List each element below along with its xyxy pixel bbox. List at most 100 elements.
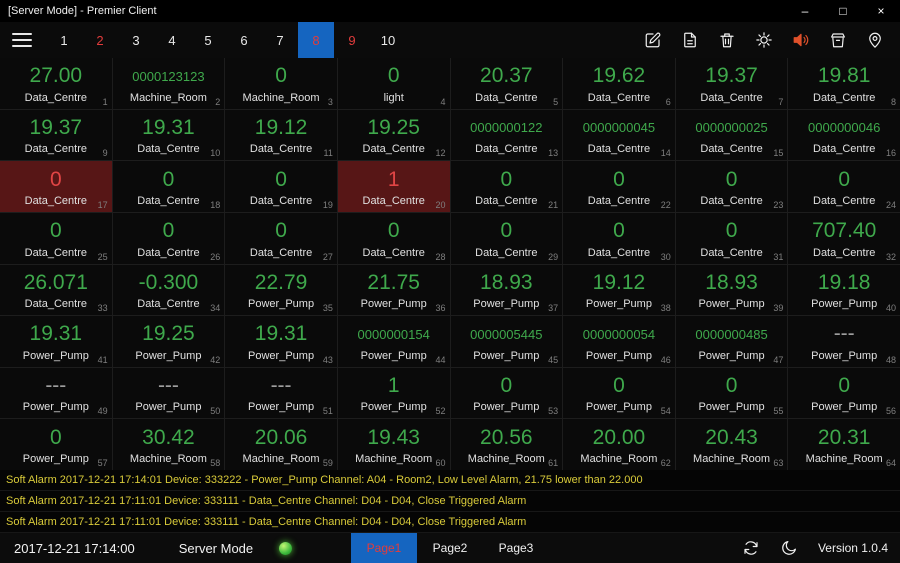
data-cell-21[interactable]: 0 Data_Centre 21: [450, 161, 563, 212]
page-number-4[interactable]: 4: [154, 22, 190, 58]
bin-icon[interactable]: [829, 31, 847, 49]
data-cell-55[interactable]: 0 Power_Pump 55: [675, 367, 788, 419]
data-cell-37[interactable]: 18.93 Power_Pump 37: [450, 264, 563, 316]
cell-index: 33: [97, 303, 108, 314]
data-cell-64[interactable]: 20.31 Machine_Room 64: [788, 419, 900, 470]
tab-page2[interactable]: Page2: [417, 533, 483, 563]
data-cell-62[interactable]: 20.00 Machine_Room 62: [563, 419, 675, 470]
data-cell-30[interactable]: 0 Data_Centre 30: [563, 212, 675, 264]
edit-icon[interactable]: [644, 31, 662, 49]
data-cell-45[interactable]: 0000005445 Power_Pump 45: [450, 316, 563, 367]
trash-icon[interactable]: [718, 31, 736, 49]
data-cell-56[interactable]: 0 Power_Pump 56: [788, 367, 900, 419]
cell-index: 13: [548, 148, 559, 159]
data-cell-58[interactable]: 30.42 Machine_Room 58: [112, 419, 225, 470]
alarm-row[interactable]: Soft Alarm 2017-12-21 17:11:01 Device: 3…: [0, 512, 900, 533]
data-cell-35[interactable]: 22.79 Power_Pump 35: [225, 264, 337, 316]
cell-index: 35: [322, 303, 333, 314]
sync-icon[interactable]: [742, 539, 760, 557]
data-cell-25[interactable]: 0 Data_Centre 25: [0, 212, 112, 264]
cell-value: 0: [49, 425, 62, 449]
page-number-1[interactable]: 1: [46, 22, 82, 58]
data-cell-5[interactable]: 20.37 Data_Centre 5: [450, 58, 563, 109]
data-cell-13[interactable]: 0000000122 Data_Centre 13: [450, 109, 563, 161]
maximize-button[interactable]: □: [824, 0, 862, 22]
speaker-icon[interactable]: [792, 31, 810, 49]
data-cell-50[interactable]: --- Power_Pump 50: [112, 367, 225, 419]
data-cell-6[interactable]: 19.62 Data_Centre 6: [563, 58, 675, 109]
data-cell-10[interactable]: 19.31 Data_Centre 10: [112, 109, 225, 161]
data-cell-14[interactable]: 0000000045 Data_Centre 14: [563, 109, 675, 161]
location-icon[interactable]: [866, 31, 884, 49]
page-number-6[interactable]: 6: [226, 22, 262, 58]
data-cell-33[interactable]: 26.071 Data_Centre 33: [0, 264, 112, 316]
alarm-row[interactable]: Soft Alarm 2017-12-21 17:11:01 Device: 3…: [0, 491, 900, 512]
cell-label: Machine_Room: [805, 453, 883, 465]
report-icon[interactable]: [681, 31, 699, 49]
data-cell-32[interactable]: 707.40 Data_Centre 32: [788, 212, 900, 264]
data-cell-24[interactable]: 0 Data_Centre 24: [788, 161, 900, 212]
night-mode-icon[interactable]: [780, 539, 798, 557]
page-number-8[interactable]: 8: [298, 22, 334, 58]
data-cell-27[interactable]: 0 Data_Centre 27: [225, 212, 337, 264]
menu-icon[interactable]: [12, 29, 32, 51]
page-number-9[interactable]: 9: [334, 22, 370, 58]
page-number-5[interactable]: 5: [190, 22, 226, 58]
page-number-3[interactable]: 3: [118, 22, 154, 58]
data-cell-28[interactable]: 0 Data_Centre 28: [337, 212, 450, 264]
data-cell-8[interactable]: 19.81 Data_Centre 8: [788, 58, 900, 109]
tab-page1[interactable]: Page1: [351, 533, 417, 563]
data-cell-44[interactable]: 0000000154 Power_Pump 44: [337, 316, 450, 367]
data-cell-29[interactable]: 0 Data_Centre 29: [450, 212, 563, 264]
data-cell-39[interactable]: 18.93 Power_Pump 39: [675, 264, 788, 316]
data-cell-42[interactable]: 19.25 Power_Pump 42: [112, 316, 225, 367]
cell-index: 28: [435, 251, 446, 262]
data-cell-34[interactable]: -0.300 Data_Centre 34: [112, 264, 225, 316]
data-cell-46[interactable]: 0000000054 Power_Pump 46: [563, 316, 675, 367]
data-cell-57[interactable]: 0 Power_Pump 57: [0, 419, 112, 470]
data-cell-18[interactable]: 0 Data_Centre 18: [112, 161, 225, 212]
data-cell-23[interactable]: 0 Data_Centre 23: [675, 161, 788, 212]
data-cell-54[interactable]: 0 Power_Pump 54: [563, 367, 675, 419]
data-cell-47[interactable]: 0000000485 Power_Pump 47: [675, 316, 788, 367]
data-cell-52[interactable]: 1 Power_Pump 52: [337, 367, 450, 419]
data-cell-22[interactable]: 0 Data_Centre 22: [563, 161, 675, 212]
data-cell-12[interactable]: 19.25 Data_Centre 12: [337, 109, 450, 161]
data-cell-7[interactable]: 19.37 Data_Centre 7: [675, 58, 788, 109]
tab-page3[interactable]: Page3: [483, 533, 549, 563]
data-cell-59[interactable]: 20.06 Machine_Room 59: [225, 419, 337, 470]
data-cell-26[interactable]: 0 Data_Centre 26: [112, 212, 225, 264]
data-cell-19[interactable]: 0 Data_Centre 19: [225, 161, 337, 212]
data-cell-61[interactable]: 20.56 Machine_Room 61: [450, 419, 563, 470]
data-cell-2[interactable]: 0000123123 Machine_Room 2: [112, 58, 225, 109]
data-cell-4[interactable]: 0 light 4: [337, 58, 450, 109]
data-cell-41[interactable]: 19.31 Power_Pump 41: [0, 316, 112, 367]
settings-icon[interactable]: [755, 31, 773, 49]
data-cell-49[interactable]: --- Power_Pump 49: [0, 367, 112, 419]
cell-index: 21: [548, 199, 559, 210]
data-cell-31[interactable]: 0 Data_Centre 31: [675, 212, 788, 264]
data-cell-53[interactable]: 0 Power_Pump 53: [450, 367, 563, 419]
data-cell-43[interactable]: 19.31 Power_Pump 43: [225, 316, 337, 367]
data-cell-38[interactable]: 19.12 Power_Pump 38: [563, 264, 675, 316]
data-cell-48[interactable]: --- Power_Pump 48: [788, 316, 900, 367]
data-cell-40[interactable]: 19.18 Power_Pump 40: [788, 264, 900, 316]
data-cell-15[interactable]: 0000000025 Data_Centre 15: [675, 109, 788, 161]
close-button[interactable]: ×: [862, 0, 900, 22]
page-number-7[interactable]: 7: [262, 22, 298, 58]
data-cell-17[interactable]: 0 Data_Centre 17: [0, 161, 112, 212]
data-cell-63[interactable]: 20.43 Machine_Room 63: [675, 419, 788, 470]
data-cell-16[interactable]: 0000000046 Data_Centre 16: [788, 109, 900, 161]
data-cell-11[interactable]: 19.12 Data_Centre 11: [225, 109, 337, 161]
page-number-2[interactable]: 2: [82, 22, 118, 58]
alarm-row[interactable]: Soft Alarm 2017-12-21 17:14:01 Device: 3…: [0, 470, 900, 491]
data-cell-51[interactable]: --- Power_Pump 51: [225, 367, 337, 419]
data-cell-1[interactable]: 27.00 Data_Centre 1: [0, 58, 112, 109]
data-cell-36[interactable]: 21.75 Power_Pump 36: [337, 264, 450, 316]
data-cell-3[interactable]: 0 Machine_Room 3: [225, 58, 337, 109]
data-cell-20[interactable]: 1 Data_Centre 20: [337, 161, 450, 212]
minimize-button[interactable]: –: [786, 0, 824, 22]
page-number-10[interactable]: 10: [370, 22, 406, 58]
data-cell-60[interactable]: 19.43 Machine_Room 60: [337, 419, 450, 470]
data-cell-9[interactable]: 19.37 Data_Centre 9: [0, 109, 112, 161]
